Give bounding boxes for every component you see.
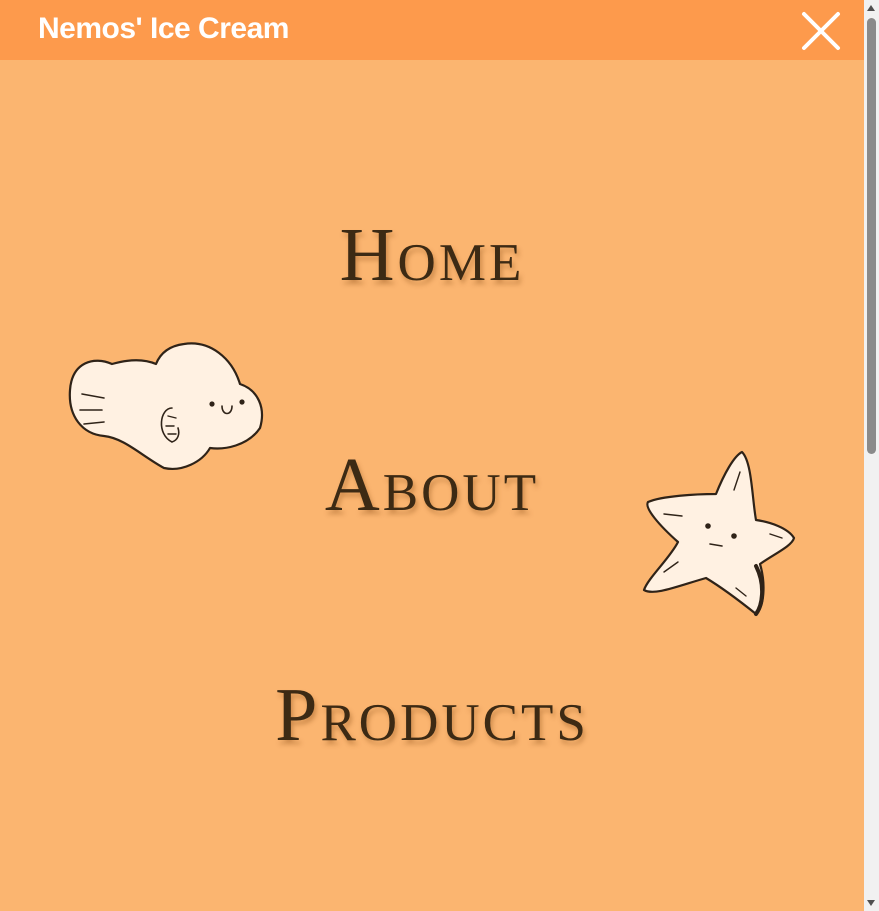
scroll-up-arrow-icon[interactable] xyxy=(867,5,875,11)
nav-link-products[interactable]: Products xyxy=(0,675,864,755)
close-menu-button[interactable] xyxy=(800,10,842,52)
scroll-thumb[interactable] xyxy=(867,18,876,454)
nav-link-home[interactable]: Home xyxy=(0,215,864,295)
scroll-down-arrow-icon[interactable] xyxy=(867,900,875,906)
vertical-scrollbar[interactable] xyxy=(864,0,879,911)
fish-illustration xyxy=(68,342,264,470)
starfish-illustration xyxy=(642,450,796,616)
brand-title[interactable]: Nemos' Ice Cream xyxy=(38,10,289,48)
menu-overlay: Nemos' Ice Cream Home About Products xyxy=(0,0,864,911)
top-bar: Nemos' Ice Cream xyxy=(0,0,864,60)
close-icon xyxy=(802,12,840,50)
